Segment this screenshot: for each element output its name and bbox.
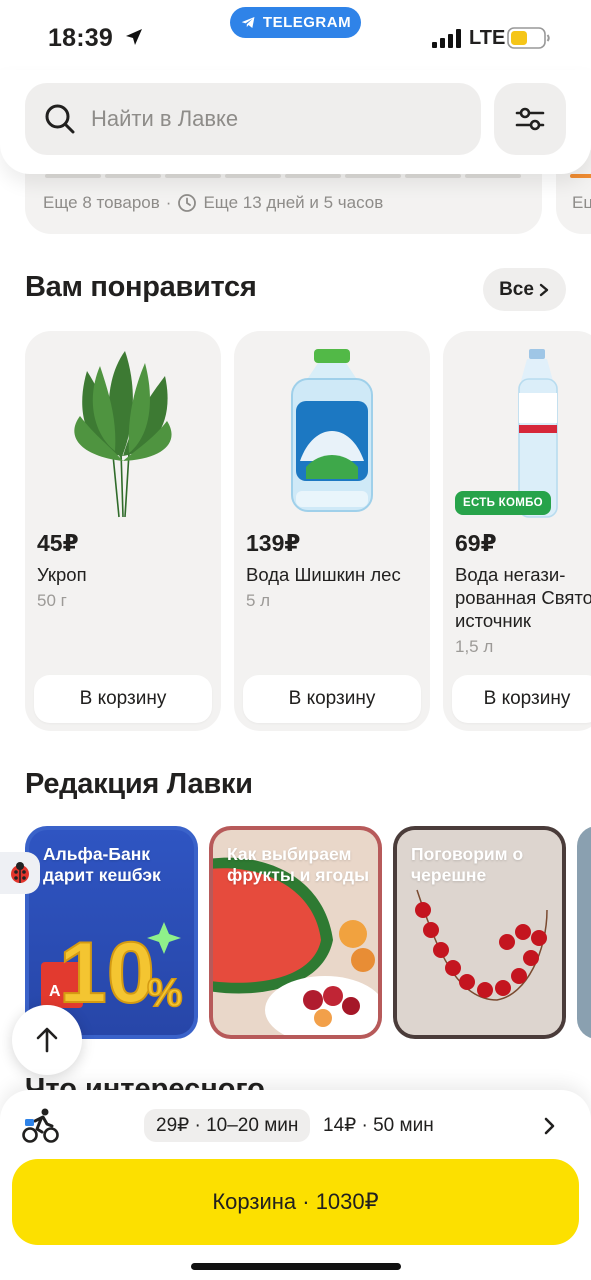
location-arrow-icon — [126, 29, 142, 45]
product-card[interactable]: 139₽ Вода Шишкин лес 5 л В корзину — [234, 331, 430, 731]
product-price: 69₽ — [455, 530, 497, 556]
add-to-cart-button[interactable]: В корзину — [34, 675, 212, 723]
story-card[interactable]: Поговорим о черешне — [393, 826, 566, 1039]
scroll-to-top-button[interactable] — [12, 1005, 82, 1075]
network-type: LTE — [469, 27, 506, 49]
meta-separator: · — [165, 193, 172, 212]
ladybug-badge[interactable] — [0, 852, 40, 894]
clock-icon — [178, 194, 197, 212]
product-price: 45₽ — [37, 530, 79, 556]
telegram-label: TELEGRAM — [262, 14, 352, 31]
chevron-right-icon[interactable] — [543, 1117, 557, 1135]
ladybug-icon — [11, 862, 29, 883]
story-title: Альфа-Банк дарит кешбэк — [43, 844, 161, 885]
story-title: Поговорим о черешне — [411, 844, 524, 885]
product-weight: 50 г — [37, 591, 67, 610]
combo-badge: ЕСТЬ КОМБО — [455, 491, 551, 515]
product-weight: 1,5 л — [455, 637, 494, 656]
product-card[interactable]: ЕСТЬ КОМБО 69₽ Вода негази-рованная Свят… — [443, 331, 591, 731]
product-card[interactable]: 45₽ Укроп 50 г В корзину — [25, 331, 221, 731]
search-input[interactable]: Найти в Лавке — [25, 83, 481, 155]
search-header: Найти в Лавке — [0, 70, 591, 174]
product-name: Вода Шишкин лес — [246, 564, 401, 585]
section-title-editorial: Редакция Лавки — [25, 768, 253, 800]
product-name: Вода негази-рованная Свято источник — [455, 564, 591, 631]
signal-icon — [432, 29, 461, 48]
telegram-icon — [241, 16, 255, 29]
see-all-button[interactable]: Все — [483, 268, 566, 311]
svg-text:10: 10 — [59, 925, 155, 1021]
status-time: 18:39 — [48, 24, 113, 52]
product-price: 139₽ — [246, 530, 301, 556]
bottom-cart-panel: 29₽ · 10–20 мин 14₽ · 50 мин Корзина · 1… — [0, 1090, 591, 1280]
delivery-option-slow[interactable]: 14₽ · 50 мин — [323, 1114, 434, 1137]
arrow-up-icon — [36, 1027, 58, 1053]
home-indicator — [191, 1263, 401, 1270]
next-card-text: Ец — [572, 193, 591, 212]
section-title-recommend: Вам понравится — [25, 271, 257, 303]
battery-icon — [507, 27, 550, 49]
story-title: Как выбираем фрукты и ягоды — [227, 844, 370, 885]
story-card[interactable]: Как выбираем фрукты и ягоды — [209, 826, 382, 1039]
courier-bike-icon — [22, 1108, 59, 1143]
time-left-text: Еще 13 дней и 5 часов — [203, 193, 384, 212]
previous-collection-meta: Еще 8 товаров · Еще 13 дней и 5 часов — [43, 193, 383, 213]
cart-button[interactable]: Корзина · 1030₽ — [12, 1159, 579, 1245]
svg-text:%: % — [147, 971, 183, 1015]
items-more-text: Еще 8 товаров — [43, 193, 160, 212]
progress-strip — [45, 174, 521, 178]
story-card[interactable] — [577, 826, 591, 1039]
product-name: Укроп — [37, 564, 87, 585]
filter-sliders-icon — [515, 107, 545, 131]
telegram-return-pill[interactable]: TELEGRAM — [230, 7, 361, 38]
product-image-dill — [74, 351, 172, 518]
status-bar: 18:39 TELEGRAM LTE — [0, 0, 591, 74]
see-all-label: Все — [499, 278, 534, 300]
add-to-cart-button[interactable]: В корзину — [452, 675, 591, 723]
add-to-cart-button[interactable]: В корзину — [243, 675, 421, 723]
product-weight: 5 л — [246, 591, 271, 610]
product-image-water-bottle — [291, 349, 373, 512]
delivery-option-fast[interactable]: 29₽ · 10–20 мин — [144, 1109, 311, 1142]
chevron-right-icon — [539, 283, 549, 296]
filter-button[interactable] — [494, 83, 566, 155]
search-placeholder: Найти в Лавке — [91, 106, 239, 131]
search-icon — [45, 104, 75, 134]
